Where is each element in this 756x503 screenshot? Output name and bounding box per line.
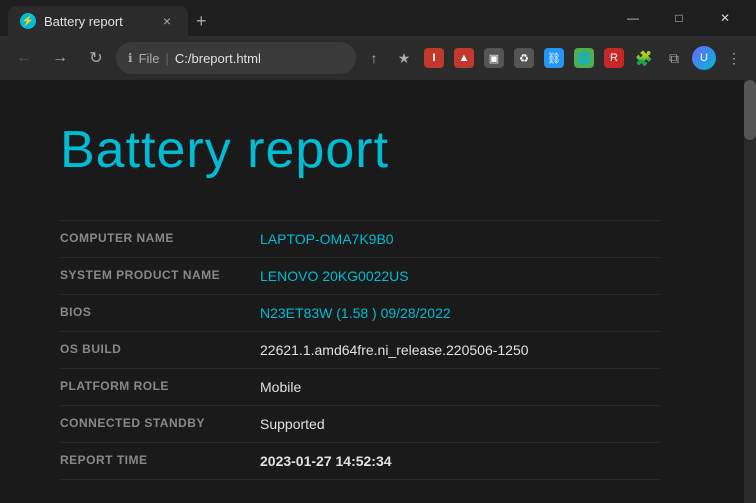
- table-row: PLATFORM ROLEMobile: [60, 369, 660, 406]
- r-badge: R: [604, 48, 624, 68]
- toolbar-icons: ↑ ★ I ▲ ▣ ♻ ⛓ 🌐 R 🧩 ⧉: [360, 44, 748, 72]
- table-row: BIOSN23ET83W (1.58 ) 09/28/2022: [60, 295, 660, 332]
- maximize-button[interactable]: □: [656, 0, 702, 36]
- table-row: SYSTEM PRODUCT NAMELENOVO 20KG0022US: [60, 258, 660, 295]
- avatar: U: [692, 46, 716, 70]
- browser-chrome: ⚡ Battery report × + — □ ✕ ← → ↻ ℹ File …: [0, 0, 756, 80]
- tab-title: Battery report: [44, 14, 150, 29]
- tab-area: ⚡ Battery report × +: [8, 0, 606, 36]
- field-value: Supported: [260, 406, 660, 443]
- extension-red2-icon[interactable]: ▲: [450, 44, 478, 72]
- field-value: 22621.1.amd64fre.ni_release.220506-1250: [260, 332, 660, 369]
- info-table: COMPUTER NAMELAPTOP-OMA7K9B0SYSTEM PRODU…: [60, 220, 660, 480]
- field-label: SYSTEM PRODUCT NAME: [60, 258, 260, 295]
- scrollbar-track[interactable]: [744, 80, 756, 503]
- table-row: OS BUILD22621.1.amd64fre.ni_release.2205…: [60, 332, 660, 369]
- file-label: File: [139, 51, 160, 66]
- field-label: PLATFORM ROLE: [60, 369, 260, 406]
- extension-link-icon[interactable]: ⛓: [540, 44, 568, 72]
- address-bar: ← → ↻ ℹ File | C:/breport.html ↑ ★ I ▲ ▣…: [0, 36, 756, 80]
- field-value: 2023-01-27 14:52:34: [260, 443, 660, 480]
- share-icon[interactable]: ↑: [360, 44, 388, 72]
- minimize-button[interactable]: —: [610, 0, 656, 36]
- extension-r-icon[interactable]: R: [600, 44, 628, 72]
- profile-icon[interactable]: U: [690, 44, 718, 72]
- page-content: Battery report COMPUTER NAMELAPTOP-OMA7K…: [0, 80, 756, 503]
- refresh-button[interactable]: ↻: [80, 42, 112, 74]
- field-label: BIOS: [60, 295, 260, 332]
- red-extension2-badge: ▲: [454, 48, 474, 68]
- browser-tab[interactable]: ⚡ Battery report ×: [8, 6, 188, 36]
- field-label: OS BUILD: [60, 332, 260, 369]
- dark-extension-badge: ▣: [484, 48, 504, 68]
- lock-icon: ℹ: [128, 51, 133, 65]
- report-title: Battery report: [60, 120, 660, 180]
- window-controls: — □ ✕: [610, 0, 748, 36]
- field-label: COMPUTER NAME: [60, 221, 260, 258]
- field-label: CONNECTED STANDBY: [60, 406, 260, 443]
- scrollbar-thumb[interactable]: [744, 80, 756, 140]
- extension-dark-icon[interactable]: ▣: [480, 44, 508, 72]
- extension-globe-icon[interactable]: 🌐: [570, 44, 598, 72]
- extension-recycle-icon[interactable]: ♻: [510, 44, 538, 72]
- favorites-icon[interactable]: ★: [390, 44, 418, 72]
- recycle-badge: ♻: [514, 48, 534, 68]
- field-value: LENOVO 20KG0022US: [260, 258, 660, 295]
- table-row: COMPUTER NAMELAPTOP-OMA7K9B0: [60, 221, 660, 258]
- globe-badge: 🌐: [574, 48, 594, 68]
- new-tab-button[interactable]: +: [188, 6, 215, 36]
- field-value: N23ET83W (1.58 ) 09/28/2022: [260, 295, 660, 332]
- table-row: CONNECTED STANDBYSupported: [60, 406, 660, 443]
- forward-button[interactable]: →: [44, 42, 76, 74]
- address-input[interactable]: ℹ File | C:/breport.html: [116, 42, 356, 74]
- table-row: REPORT TIME2023-01-27 14:52:34: [60, 443, 660, 480]
- field-label: REPORT TIME: [60, 443, 260, 480]
- menu-icon[interactable]: ⋮: [720, 44, 748, 72]
- tab-close-button[interactable]: ×: [158, 12, 176, 30]
- back-button[interactable]: ←: [8, 42, 40, 74]
- field-value: LAPTOP-OMA7K9B0: [260, 221, 660, 258]
- split-view-icon[interactable]: ⧉: [660, 44, 688, 72]
- field-value: Mobile: [260, 369, 660, 406]
- page-inner: Battery report COMPUTER NAMELAPTOP-OMA7K…: [0, 80, 720, 503]
- tab-favicon: ⚡: [20, 13, 36, 29]
- close-button[interactable]: ✕: [702, 0, 748, 36]
- address-url: C:/breport.html: [175, 51, 261, 66]
- red-extension-badge: I: [424, 48, 444, 68]
- extension-red-icon[interactable]: I: [420, 44, 448, 72]
- link-badge: ⛓: [544, 48, 564, 68]
- address-separator: |: [166, 51, 169, 66]
- extensions-icon[interactable]: 🧩: [630, 44, 658, 72]
- title-bar: ⚡ Battery report × + — □ ✕: [0, 0, 756, 36]
